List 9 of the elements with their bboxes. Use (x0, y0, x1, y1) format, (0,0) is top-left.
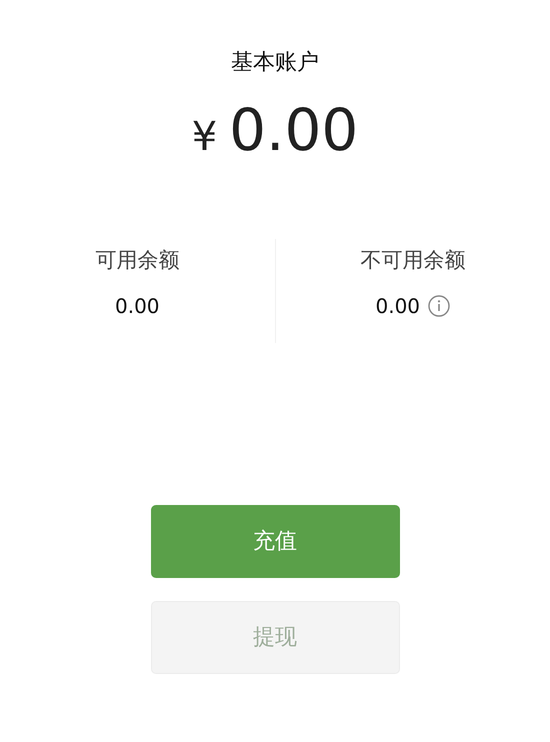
balance-value: 0.00 (375, 292, 420, 320)
balance-amount: 0.00 (229, 101, 358, 159)
page-title: 基本账户 (231, 49, 319, 77)
balance-value: 0.00 (114, 292, 160, 320)
balance-label: 可用余额 (95, 247, 180, 274)
action-button[interactable]: 充值 (150, 504, 400, 578)
currency-symbol: ¥ (192, 113, 218, 162)
balance-label: 不可用余额 (360, 247, 466, 274)
info-icon[interactable] (428, 294, 450, 316)
